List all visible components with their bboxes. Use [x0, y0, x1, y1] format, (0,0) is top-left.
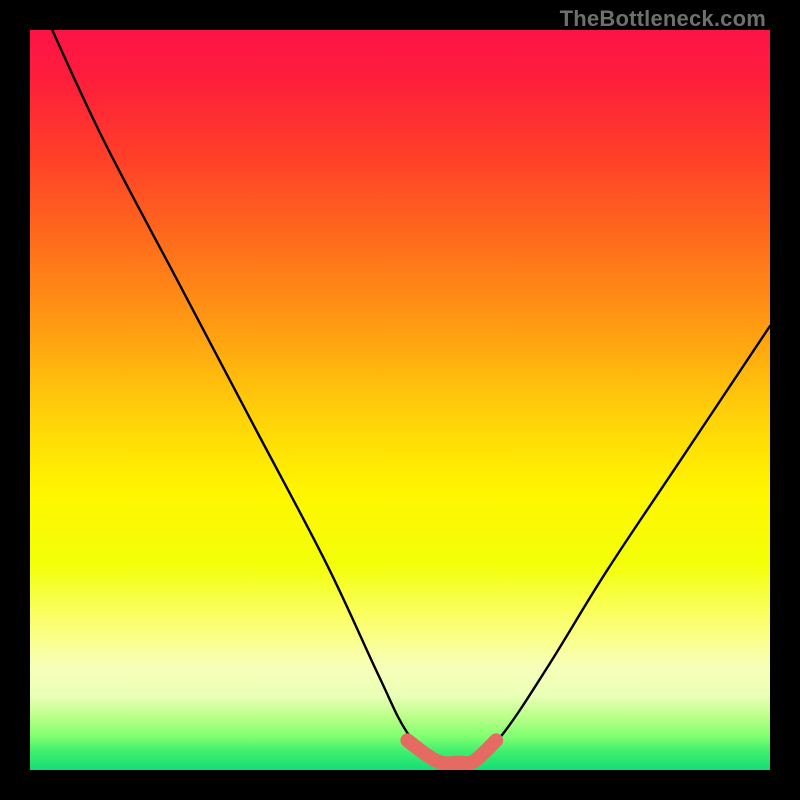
watermark-text: TheBottleneck.com [560, 6, 766, 32]
chart-svg [30, 30, 770, 770]
plot-area [30, 30, 770, 770]
optimal-band-marker [407, 740, 496, 763]
chart-frame: TheBottleneck.com [0, 0, 800, 800]
bottleneck-curve [52, 30, 770, 765]
